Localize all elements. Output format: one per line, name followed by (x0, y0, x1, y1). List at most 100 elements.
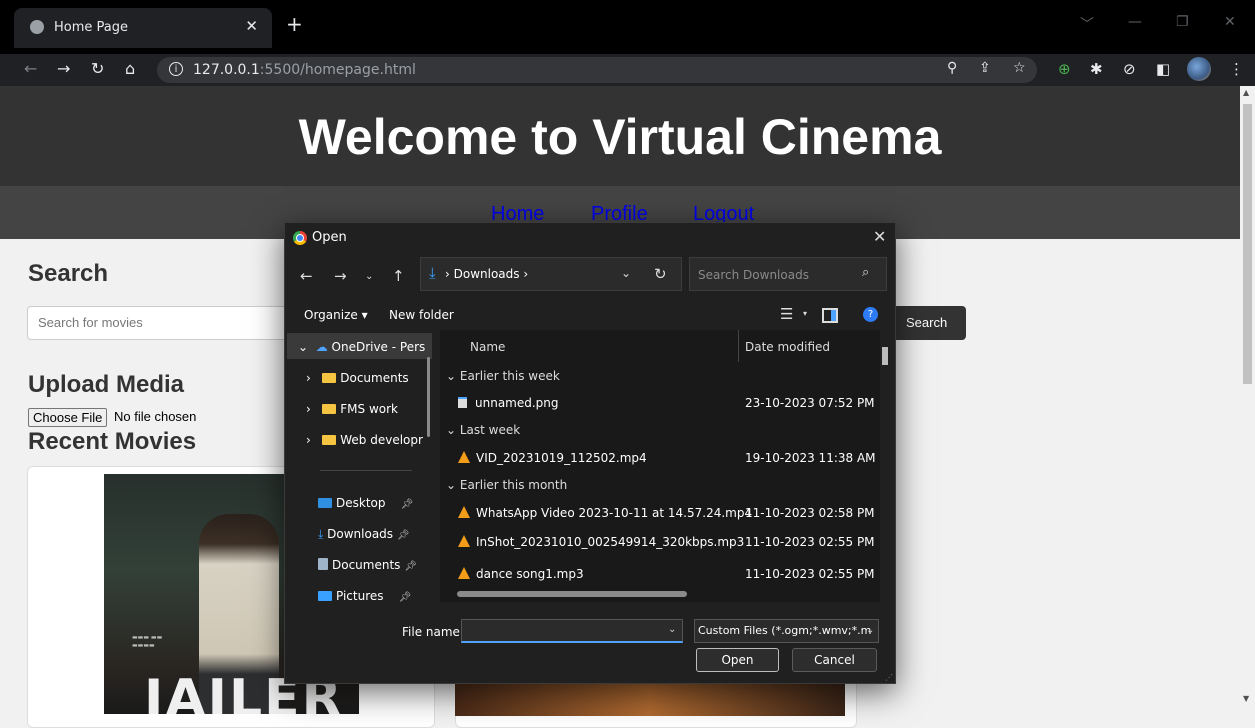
path-breadcrumb[interactable]: › Downloads › (445, 267, 528, 281)
menu-kebab-icon[interactable]: ⋮ (1229, 60, 1244, 78)
tab-close-icon[interactable]: ✕ (245, 17, 258, 35)
scroll-up-arrow[interactable]: ▲ (1243, 88, 1249, 97)
quick-access-documents[interactable]: Documents 📌︎ (318, 558, 417, 572)
bookmark-star-icon[interactable]: ☆ (1013, 60, 1026, 76)
file-name-input[interactable]: ⌄ (461, 619, 683, 643)
file-row[interactable]: VID_20231019_112502.mp4 (458, 451, 647, 465)
scroll-down-arrow[interactable]: ▼ (1243, 694, 1249, 703)
file-type-select[interactable]: Custom Files (*.ogm;*.wmv;*.m ⌄ (694, 619, 879, 643)
chevron-down-icon[interactable]: ⌄ (866, 620, 874, 642)
help-icon[interactable]: ? (863, 307, 878, 322)
file-row[interactable]: InShot_20231010_002549914_320kbps.mp3 (458, 535, 744, 549)
open-button[interactable]: Open (696, 648, 779, 672)
page-scrollbar[interactable]: ▲ ▼ (1240, 86, 1255, 707)
nav-divider (320, 470, 412, 471)
dialog-close-icon[interactable]: ✕ (873, 227, 886, 246)
browser-tab[interactable]: Home Page ✕ (14, 8, 272, 48)
file-date: 19-10-2023 11:38 AM (745, 451, 876, 465)
reload-icon[interactable]: ↻ (91, 59, 104, 78)
recent-movies-heading: Recent Movies (28, 428, 197, 455)
chevron-down-icon[interactable]: ⌄ (668, 624, 676, 635)
nav-item-web-developer[interactable]: › Web developr (306, 433, 423, 447)
up-folder-icon[interactable]: ↑ (392, 267, 405, 285)
navigation-pane: ⌄ ☁ OneDrive - Pers › Documents › FMS wo… (286, 330, 436, 602)
pin-icon: 📌︎ (398, 592, 412, 602)
column-header-name[interactable]: Name (470, 340, 505, 354)
search-button[interactable]: Search (893, 306, 966, 340)
back-icon[interactable]: ← (300, 267, 313, 285)
side-panel-icon[interactable]: ◧ (1156, 60, 1170, 78)
site-header: Welcome to Virtual Cinema (0, 86, 1240, 186)
recent-locations-icon[interactable]: ⌄ (365, 271, 373, 282)
quick-access-desktop[interactable]: Desktop 📌︎ (318, 496, 413, 510)
share-icon[interactable]: ⇪ (979, 60, 991, 76)
view-dropdown-icon[interactable]: ▾ (803, 309, 807, 318)
globe-icon (30, 20, 44, 34)
new-folder-button[interactable]: New folder (389, 308, 454, 322)
file-date: 11-10-2023 02:55 PM (745, 535, 875, 549)
new-tab-button[interactable]: + (286, 14, 303, 34)
search-input[interactable]: Search for movies (27, 306, 297, 340)
search-heading: Search (28, 260, 109, 287)
file-row[interactable]: dance song1.mp3 (458, 567, 584, 581)
nav-pane-scrollbar[interactable] (427, 357, 430, 437)
tab-search-icon[interactable]: ﹀ (1080, 14, 1094, 34)
view-options-icon[interactable]: ☰ (780, 305, 793, 323)
vlc-icon (458, 535, 470, 547)
resize-grip-icon[interactable]: ⋰ (885, 673, 893, 682)
minimize-button[interactable]: — (1128, 14, 1142, 30)
url-text: 127.0.0.1:5500/homepage.html (193, 62, 416, 78)
forward-icon[interactable]: → (334, 267, 347, 285)
chevron-down-icon[interactable]: ⌄ (621, 266, 631, 280)
quick-access-pictures[interactable]: Pictures 📌︎ (318, 589, 412, 602)
site-info-icon[interactable]: i (169, 62, 183, 76)
pictures-icon (318, 591, 332, 601)
search-downloads-input[interactable]: Search Downloads ⌕ (689, 257, 887, 291)
nav-item-documents[interactable]: › Documents (306, 371, 409, 385)
file-row[interactable]: WhatsApp Video 2023-10-11 at 14.57.24.mp… (458, 506, 752, 520)
search-icon: ⌕ (862, 265, 870, 280)
organize-menu[interactable]: Organize ▾ (304, 308, 368, 322)
scroll-thumb[interactable] (1243, 104, 1252, 384)
close-window-button[interactable]: ✕ (1224, 14, 1236, 30)
preview-pane-icon[interactable] (822, 308, 838, 323)
performance-icon[interactable]: ⊘ (1123, 60, 1136, 78)
search-placeholder: Search Downloads (698, 268, 809, 282)
extension-plus-icon[interactable]: ⊕ (1058, 60, 1071, 78)
png-icon (458, 397, 467, 408)
cancel-button[interactable]: Cancel (792, 648, 877, 672)
home-icon[interactable]: ⌂ (125, 59, 135, 78)
pin-icon: 📌︎ (400, 499, 414, 510)
pin-icon: 📌︎ (404, 561, 417, 572)
address-bar[interactable]: i 127.0.0.1:5500/homepage.html ⚲ ⇪ ☆ (157, 57, 1037, 83)
vlc-icon (458, 567, 470, 579)
file-list-hscroll[interactable] (457, 591, 687, 597)
nav-item-fms-work[interactable]: › FMS work (306, 402, 398, 416)
file-list-vscroll[interactable] (882, 347, 888, 365)
poster-credits: ▬▬▬ ▬▬ ▬▬▬▬ (132, 634, 163, 649)
dialog-title: Open (312, 230, 347, 245)
group-header[interactable]: ⌄ Last week (446, 423, 520, 437)
zoom-icon[interactable]: ⚲ (947, 60, 957, 76)
browser-toolbar: ← → ↻ ⌂ i 127.0.0.1:5500/homepage.html ⚲… (0, 54, 1255, 86)
vlc-icon (458, 451, 470, 463)
maximize-button[interactable]: ❐ (1176, 14, 1189, 30)
group-header[interactable]: ⌄ Earlier this week (446, 369, 560, 383)
column-header-date[interactable]: Date modified (745, 340, 830, 354)
open-file-dialog: Open ✕ ← → ⌄ ↑ ⤓ › Downloads › ⌄ ↻ Searc… (284, 222, 896, 684)
forward-icon[interactable]: → (57, 59, 70, 78)
nav-item-onedrive[interactable]: ⌄ ☁ OneDrive - Pers (298, 340, 425, 354)
desktop-icon (318, 498, 332, 508)
group-header[interactable]: ⌄ Earlier this month (446, 478, 567, 492)
path-bar[interactable]: ⤓ › Downloads › ⌄ (420, 257, 682, 291)
profile-avatar[interactable] (1187, 57, 1211, 81)
file-row[interactable]: unnamed.png (458, 396, 559, 410)
back-icon[interactable]: ← (24, 59, 37, 78)
quick-access-downloads[interactable]: ⤓ Downloads 📌︎ (318, 527, 410, 542)
column-divider[interactable] (738, 330, 739, 362)
choose-file-button[interactable]: Choose File (28, 408, 108, 427)
refresh-icon[interactable]: ↻ (654, 265, 667, 283)
extensions-puzzle-icon[interactable]: ✱ (1090, 60, 1103, 78)
downloads-icon: ⤓ (318, 527, 324, 541)
file-list: Name Date modified ⌄ Earlier this week u… (440, 330, 880, 602)
